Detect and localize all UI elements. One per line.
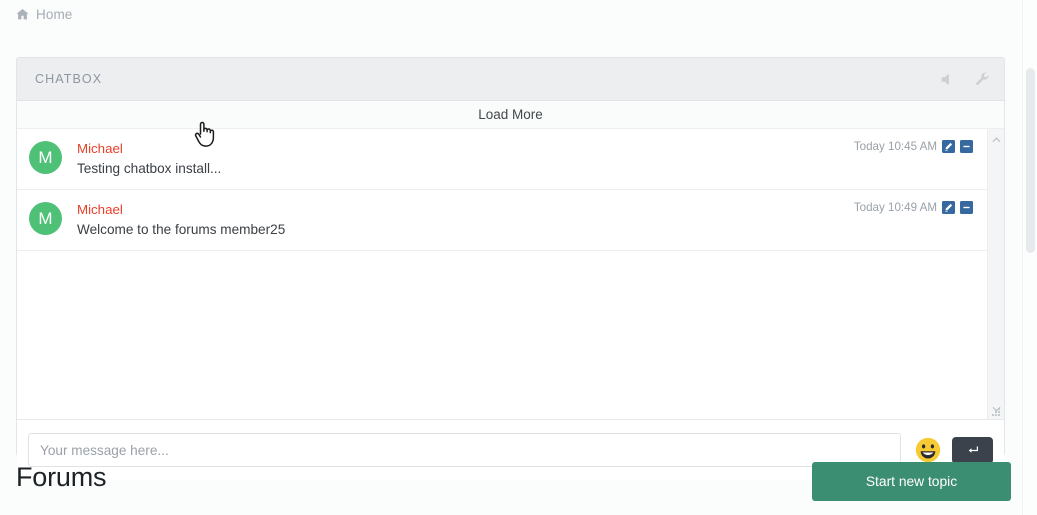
send-message-button[interactable] bbox=[952, 436, 993, 464]
message-body: Michael Welcome to the forums member25 bbox=[77, 201, 285, 239]
enter-arrow-icon bbox=[968, 445, 978, 453]
page-scrollbar[interactable] bbox=[1022, 0, 1037, 515]
grinning-face-icon bbox=[915, 437, 941, 463]
breadcrumb: Home bbox=[16, 3, 72, 25]
message-input[interactable] bbox=[28, 433, 901, 467]
pencil-icon bbox=[944, 203, 953, 212]
table-row: M Michael Welcome to the forums member25… bbox=[17, 190, 987, 251]
speaker-icon[interactable] bbox=[940, 72, 955, 87]
scroll-up-icon[interactable] bbox=[988, 131, 1004, 147]
avatar[interactable]: M bbox=[29, 141, 62, 174]
minus-icon bbox=[963, 206, 970, 209]
message-text: Welcome to the forums member25 bbox=[77, 222, 286, 237]
start-new-topic-button[interactable]: Start new topic bbox=[812, 462, 1011, 501]
message-author[interactable]: Michael bbox=[77, 141, 221, 157]
resize-grip-icon[interactable] bbox=[991, 407, 1002, 418]
message-author[interactable]: Michael bbox=[77, 202, 285, 218]
edit-message-button[interactable] bbox=[942, 201, 955, 214]
delete-message-button[interactable] bbox=[960, 201, 973, 214]
message-timestamp: Today 10:49 AM bbox=[853, 201, 937, 214]
chatbox-scrollbar[interactable] bbox=[987, 129, 1004, 419]
table-row: M Michael Testing chatbox install... Tod… bbox=[17, 129, 987, 190]
delete-message-button[interactable] bbox=[960, 140, 973, 153]
message-meta: Today 10:49 AM bbox=[854, 201, 973, 214]
minus-icon bbox=[963, 145, 970, 148]
home-icon bbox=[16, 8, 29, 21]
avatar[interactable]: M bbox=[29, 202, 62, 235]
pencil-icon bbox=[944, 142, 953, 151]
load-more-label[interactable]: Load More bbox=[478, 107, 543, 122]
breadcrumb-item-home[interactable]: Home bbox=[36, 7, 72, 22]
page-scrollbar-thumb[interactable] bbox=[1026, 68, 1035, 253]
message-timestamp: Today 10:45 AM bbox=[853, 140, 937, 153]
page-root: Home CHATBOX Load More M Michael Testing… bbox=[0, 0, 1037, 515]
chatbox-panel: CHATBOX Load More M Michael Testing chat… bbox=[16, 57, 1005, 480]
chatbox-header-tools bbox=[940, 58, 990, 101]
chatbox-title: CHATBOX bbox=[35, 72, 103, 86]
message-text: Testing chatbox install... bbox=[77, 161, 222, 176]
scrollbar-track[interactable] bbox=[991, 149, 1001, 399]
message-body: Michael Testing chatbox install... bbox=[77, 140, 221, 178]
message-meta: Today 10:45 AM bbox=[854, 140, 973, 153]
edit-message-button[interactable] bbox=[942, 140, 955, 153]
wrench-icon[interactable] bbox=[975, 72, 990, 87]
load-more-bar[interactable]: Load More bbox=[17, 101, 1004, 129]
emoji-picker-button[interactable] bbox=[915, 437, 941, 463]
messages-list: M Michael Testing chatbox install... Tod… bbox=[17, 129, 987, 419]
messages-scroll-area: M Michael Testing chatbox install... Tod… bbox=[17, 129, 1004, 419]
chatbox-header: CHATBOX bbox=[17, 58, 1004, 101]
page-title: Forums bbox=[16, 462, 107, 492]
